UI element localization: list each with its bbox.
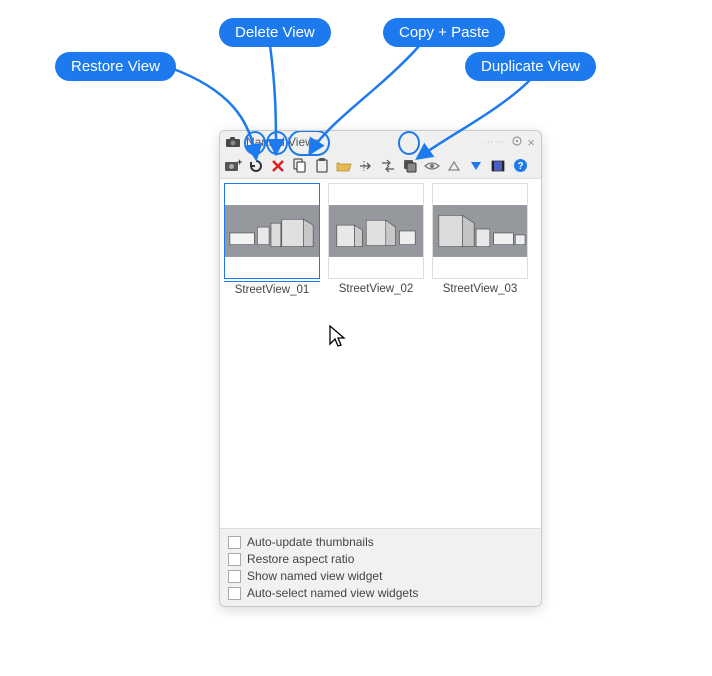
view-thumbnail[interactable]: StreetView_01: [224, 183, 320, 298]
triangle-down-button[interactable]: [466, 156, 486, 176]
callout-restore-view: Restore View: [55, 52, 176, 81]
restore-view-button[interactable]: [246, 156, 266, 176]
named-views-panel: Named Views ⋯⋯ × +: [219, 130, 542, 607]
option-label: Show named view widget: [247, 569, 382, 583]
view-thumbnail-label: StreetView_03: [432, 281, 528, 297]
panel-options-footer: Auto-update thumbnails Restore aspect ra…: [220, 528, 541, 606]
view-thumbnail[interactable]: StreetView_02: [328, 183, 424, 298]
svg-text:?: ?: [517, 161, 523, 172]
paste-button[interactable]: [312, 156, 332, 176]
open-button[interactable]: [334, 156, 354, 176]
option-label: Auto-update thumbnails: [247, 535, 374, 549]
option-restore-aspect[interactable]: Restore aspect ratio: [228, 552, 533, 566]
view-thumbnail-image: [432, 183, 528, 279]
checkbox[interactable]: [228, 587, 241, 600]
visibility-button[interactable]: [422, 156, 442, 176]
view-thumbnail-image: [328, 183, 424, 279]
checkbox[interactable]: [228, 536, 241, 549]
option-label: Restore aspect ratio: [247, 552, 354, 566]
checkbox[interactable]: [228, 553, 241, 566]
view-thumbnail-image: [224, 183, 320, 279]
add-view-button[interactable]: +: [224, 156, 244, 176]
thumbnails-area: StreetView_01 StreetView_02: [220, 179, 541, 528]
cursor-arrow-icon: [328, 324, 348, 355]
panel-title: Named Views: [246, 135, 320, 149]
animation-button[interactable]: [488, 156, 508, 176]
help-button[interactable]: ?: [510, 156, 530, 176]
close-icon[interactable]: ×: [527, 135, 535, 150]
option-show-widget[interactable]: Show named view widget: [228, 569, 533, 583]
option-auto-update[interactable]: Auto-update thumbnails: [228, 535, 533, 549]
panel-toolbar: +: [220, 153, 541, 179]
option-label: Auto-select named view widgets: [247, 586, 418, 600]
view-thumbnail[interactable]: StreetView_03: [432, 183, 528, 298]
view-thumbnail-label: StreetView_02: [328, 281, 424, 297]
panel-titlebar: Named Views ⋯⋯ ×: [220, 131, 541, 153]
callout-copy-paste: Copy + Paste: [383, 18, 505, 47]
select-arrow-button[interactable]: [356, 156, 376, 176]
duplicate-view-button[interactable]: [400, 156, 420, 176]
svg-text:+: +: [237, 158, 242, 167]
camera-icon: [226, 136, 242, 148]
option-auto-select[interactable]: Auto-select named view widgets: [228, 586, 533, 600]
gear-icon[interactable]: [511, 135, 523, 150]
copy-button[interactable]: [290, 156, 310, 176]
callout-duplicate-view: Duplicate View: [465, 52, 596, 81]
triangle-up-button[interactable]: [444, 156, 464, 176]
view-thumbnail-label: StreetView_01: [224, 281, 320, 298]
reflect-arrows-button[interactable]: [378, 156, 398, 176]
callout-delete-view: Delete View: [219, 18, 331, 47]
delete-view-button[interactable]: [268, 156, 288, 176]
checkbox[interactable]: [228, 570, 241, 583]
drag-dots-icon[interactable]: ⋯⋯: [483, 137, 507, 148]
